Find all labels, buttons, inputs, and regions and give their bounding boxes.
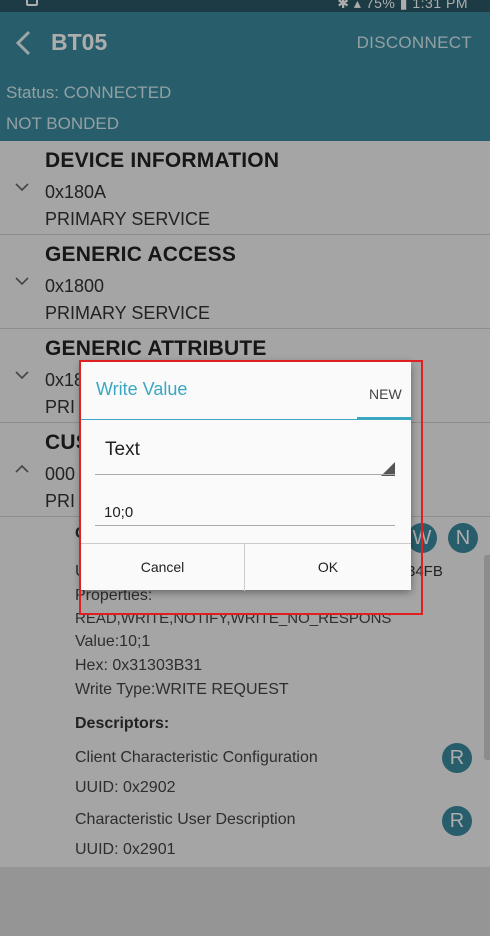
highlight-box xyxy=(79,360,423,615)
